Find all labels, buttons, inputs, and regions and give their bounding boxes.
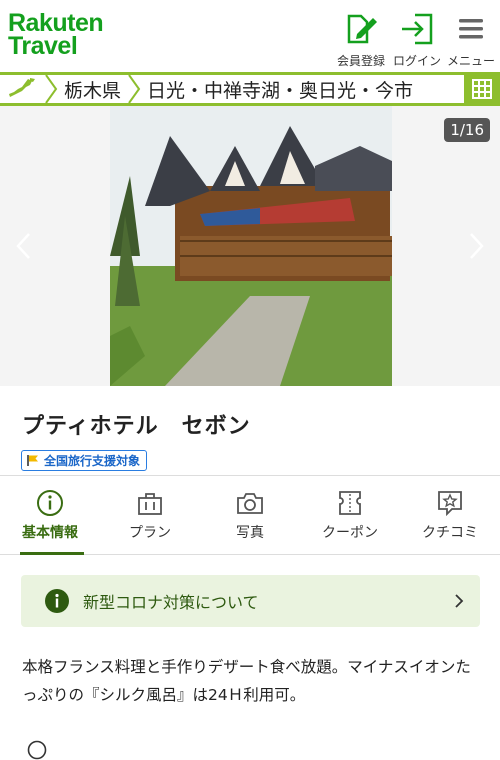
covid-measures-link[interactable]: 新型コロナ対策について [21,575,480,627]
info-icon [37,490,63,516]
tab-basic-info[interactable]: 基本情報 [0,476,100,555]
menu-button[interactable]: メニュー [440,12,500,69]
covid-measures-label: 新型コロナ対策について [83,593,259,612]
menu-label: メニュー [446,54,495,68]
hotel-photo[interactable] [110,106,392,386]
info-circle-icon [45,589,69,613]
chevron-right-icon [128,75,141,103]
register-label: 会員登録 [336,54,385,68]
photo-counter: 1/16 [444,118,490,142]
info-circle-icon [27,740,47,760]
login-label: ログイン [392,54,441,68]
tab-photos[interactable]: 写真 [200,476,300,554]
app-header: Rakuten Travel 会員登録 ログイン メニュー [0,0,500,72]
breadcrumb-home[interactable] [0,75,44,103]
hamburger-menu-icon [459,19,483,39]
tab-label: 写真 [236,525,264,541]
tab-label: 基本情報 [22,525,78,541]
tab-label: クーポン [322,525,378,541]
rakuten-travel-logo[interactable]: Rakuten Travel [8,11,104,60]
breadcrumb-item-area[interactable]: 日光・中禅寺湖・奥日光・今市 [141,76,419,103]
tab-coupons[interactable]: クーポン [300,476,400,554]
chevron-right-icon [45,75,58,103]
badge-label: 全国旅行支援対象 [44,454,141,468]
hotel-name: プティホテル セボン [22,414,251,439]
hotel-exterior-image [110,106,392,386]
bag-icon [138,493,162,515]
register-icon [347,14,377,44]
ticket-icon [339,491,361,515]
review-icon [438,491,462,517]
chevron-right-icon [455,594,464,608]
previous-photo-arrow-icon[interactable] [14,231,34,261]
breadcrumb: 栃木県 日光・中禅寺湖・奥日光・今市 [0,72,500,106]
register-button[interactable]: 会員登録 [330,12,392,69]
tab-label: プラン [129,525,171,541]
login-button[interactable]: ログイン [386,12,448,69]
tab-label: クチコミ [422,525,478,541]
tab-plans[interactable]: プラン [100,476,200,554]
tab-bar: 基本情報 プラン 写真 クーポン クチコミ [0,475,500,555]
photo-gallery[interactable]: 1/16 [0,106,500,386]
next-photo-arrow-icon[interactable] [466,231,486,261]
login-icon [402,13,433,45]
flag-icon [27,455,38,466]
grid-icon [472,79,492,99]
breadcrumb-list-button[interactable] [464,75,500,103]
camera-icon [237,493,263,514]
japan-map-icon [9,78,35,97]
travel-support-badge: 全国旅行支援対象 [21,450,148,471]
tab-reviews[interactable]: クチコミ [400,476,500,554]
hotel-description: 本格フランス料理と手作りデザート食べ放題。マイナスイオンたっぷりの『シルク風呂』… [22,658,471,704]
breadcrumb-item-prefecture[interactable]: 栃木県 [58,76,127,103]
logo-line2: Travel [8,32,78,60]
